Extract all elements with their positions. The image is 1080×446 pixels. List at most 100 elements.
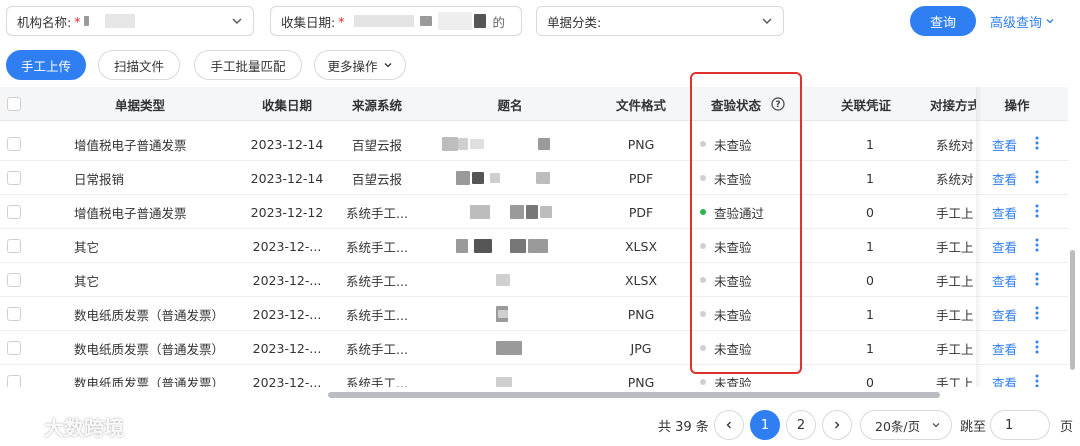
doc-type-select[interactable]: 单据分类:: [536, 6, 784, 36]
cell-title-redacted: [430, 263, 590, 297]
cell-linked-vouchers: 1: [866, 136, 874, 152]
cell-source-system: 百望云报: [351, 171, 402, 187]
status-dot-icon: [700, 379, 706, 385]
more-vertical-icon[interactable]: [1035, 272, 1039, 289]
cell-doc-type: 增值税电子普通发票: [74, 205, 187, 221]
column-header[interactable]: 对接方式: [930, 87, 976, 121]
documents-table: 单据类型 收集日期 来源系统 题名 文件格式 查验状态 ? 关联凭证 对接方式 …: [0, 87, 1068, 387]
table-header: 单据类型 收集日期 来源系统 题名 文件格式 查验状态 ? 关联凭证 对接方式 …: [0, 87, 1068, 121]
page-size-select[interactable]: 20条/页: [860, 410, 952, 440]
more-ops-button[interactable]: 更多操作: [314, 50, 406, 80]
column-header[interactable]: 操作: [982, 87, 1052, 121]
redacted-title-block: [510, 205, 524, 219]
cell-source-system: 系统手工...: [346, 375, 408, 388]
column-header[interactable]: 来源系统: [334, 87, 420, 121]
redacted-title-block: [472, 172, 484, 184]
collect-date-picker[interactable]: 收集日期: * 的: [270, 6, 522, 36]
cell-file-format: XLSX: [624, 272, 658, 288]
redacted-title-block: [496, 341, 522, 355]
table-row[interactable]: 数电纸质发票（普通发票） 2023-12-... 系统手工... JPG 未查验 1 手工上…: [0, 331, 1068, 365]
row-checkbox[interactable]: [7, 375, 21, 387]
vertical-scrollbar[interactable]: [1070, 250, 1075, 370]
next-page-button[interactable]: [822, 410, 852, 440]
row-checkbox-cell: [6, 263, 22, 297]
view-link[interactable]: 查看: [992, 305, 1017, 324]
view-link[interactable]: 查看: [992, 135, 1017, 154]
view-link[interactable]: 查看: [992, 373, 1017, 388]
more-vertical-icon[interactable]: [1035, 136, 1039, 153]
row-checkbox[interactable]: [7, 205, 21, 219]
cell-collect-date: 2023-12-...: [252, 340, 322, 356]
manual-upload-button[interactable]: 手工上传: [6, 50, 86, 80]
table-row[interactable]: 其它 2023-12-... 系统手工... XLSX 未查验 1 手工上 查看: [0, 229, 1068, 263]
cell-source-system: 系统手工...: [346, 273, 408, 289]
redacted-title-block: [458, 138, 468, 150]
table-row[interactable]: 数电纸质发票（普通发票） 2023-12-... 系统手工... PNG 未查验 1 手工上…: [0, 297, 1068, 331]
jump-label: 跳至: [960, 419, 987, 435]
cell-collect-date: 2023-12-...: [252, 374, 322, 388]
more-vertical-icon[interactable]: [1035, 204, 1039, 221]
view-link[interactable]: 查看: [992, 339, 1017, 358]
column-header[interactable]: 题名: [430, 87, 590, 121]
query-button[interactable]: 查询: [910, 6, 976, 36]
cell-title-redacted: [430, 365, 590, 387]
more-vertical-icon[interactable]: [1035, 374, 1039, 387]
column-header[interactable]: 单据类型: [40, 87, 240, 121]
row-checkbox[interactable]: [7, 239, 21, 253]
row-checkbox[interactable]: [7, 307, 21, 321]
redacted-value: [105, 14, 136, 28]
row-checkbox-cell: [6, 127, 22, 161]
horizontal-scrollbar[interactable]: [328, 392, 940, 398]
more-vertical-icon[interactable]: [1035, 340, 1039, 357]
row-checkbox[interactable]: [7, 171, 21, 185]
row-checkbox[interactable]: [7, 137, 21, 151]
batch-match-button[interactable]: 手工批量匹配: [194, 50, 302, 80]
view-link[interactable]: 查看: [992, 203, 1017, 222]
redacted-value: [84, 16, 90, 26]
table-row[interactable]: 数电纸质发票（普通发票） 2023-12-... 系统手工... PNG 未查验 0 手工上…: [0, 365, 1068, 387]
cell-source-system: 系统手工...: [346, 307, 408, 323]
row-checkbox[interactable]: [7, 273, 21, 287]
cell-title-redacted: [430, 195, 590, 229]
jump-page-input[interactable]: 1: [990, 410, 1050, 440]
redacted-title-block: [528, 239, 548, 253]
select-all-checkbox[interactable]: [7, 97, 21, 111]
column-header[interactable]: 关联凭证: [818, 87, 914, 121]
scan-file-button[interactable]: 扫描文件: [98, 50, 180, 80]
column-header[interactable]: 收集日期: [246, 87, 328, 121]
page-button-1[interactable]: 1: [750, 410, 780, 440]
column-header[interactable]: 文件格式: [596, 87, 686, 121]
cell-title-redacted: [430, 297, 590, 331]
cell-file-format: PNG: [627, 136, 655, 152]
page-button-2[interactable]: 2: [786, 410, 816, 440]
more-vertical-icon[interactable]: [1035, 170, 1039, 187]
org-name-select[interactable]: 机构名称: *: [6, 6, 254, 36]
more-vertical-icon[interactable]: [1035, 306, 1039, 323]
table-row[interactable]: 其它 2023-12-... 系统手工... XLSX 未查验 0 手工上 查看: [0, 263, 1068, 297]
cell-integration-method: 系统对: [936, 171, 974, 187]
view-link[interactable]: 查看: [992, 271, 1017, 290]
total-count: 共 39 条: [658, 419, 709, 435]
cell-actions: 查看: [982, 229, 1068, 263]
view-link[interactable]: 查看: [992, 169, 1017, 188]
table-row[interactable]: 增值税电子普通发票 2023-12-14 百望云报 PNG 未查验 1 系统对 查看: [0, 127, 1068, 161]
table-row[interactable]: 增值税电子普通发票 2023-12-12 系统手工... PDF 查验通过 0 手工上 查看: [0, 195, 1068, 229]
advanced-query-link[interactable]: 高级查询: [990, 6, 1055, 36]
cell-actions: 查看: [982, 161, 1068, 195]
table-row[interactable]: 日常报销 2023-12-14 百望云报 PDF 未查验 1 系统对 查看: [0, 161, 1068, 195]
filter-bar: 机构名称: * 收集日期: * 的 单据分类: 查询 高级查询: [6, 6, 1074, 36]
prev-page-button[interactable]: [714, 410, 744, 440]
status-label: 未查验: [714, 375, 752, 388]
cell-file-format: PDF: [628, 170, 654, 186]
collect-date-label: 收集日期:: [281, 14, 336, 30]
chevron-right-icon: [835, 421, 840, 429]
more-vertical-icon[interactable]: [1035, 238, 1039, 255]
select-all-cell: [6, 87, 22, 121]
cell-linked-vouchers: 1: [866, 306, 874, 322]
redacted-title-block: [526, 205, 538, 219]
cell-linked-vouchers: 1: [866, 340, 874, 356]
view-link[interactable]: 查看: [992, 237, 1017, 256]
redacted-title-block: [496, 274, 510, 286]
required-mark: *: [338, 13, 345, 29]
row-checkbox[interactable]: [7, 341, 21, 355]
